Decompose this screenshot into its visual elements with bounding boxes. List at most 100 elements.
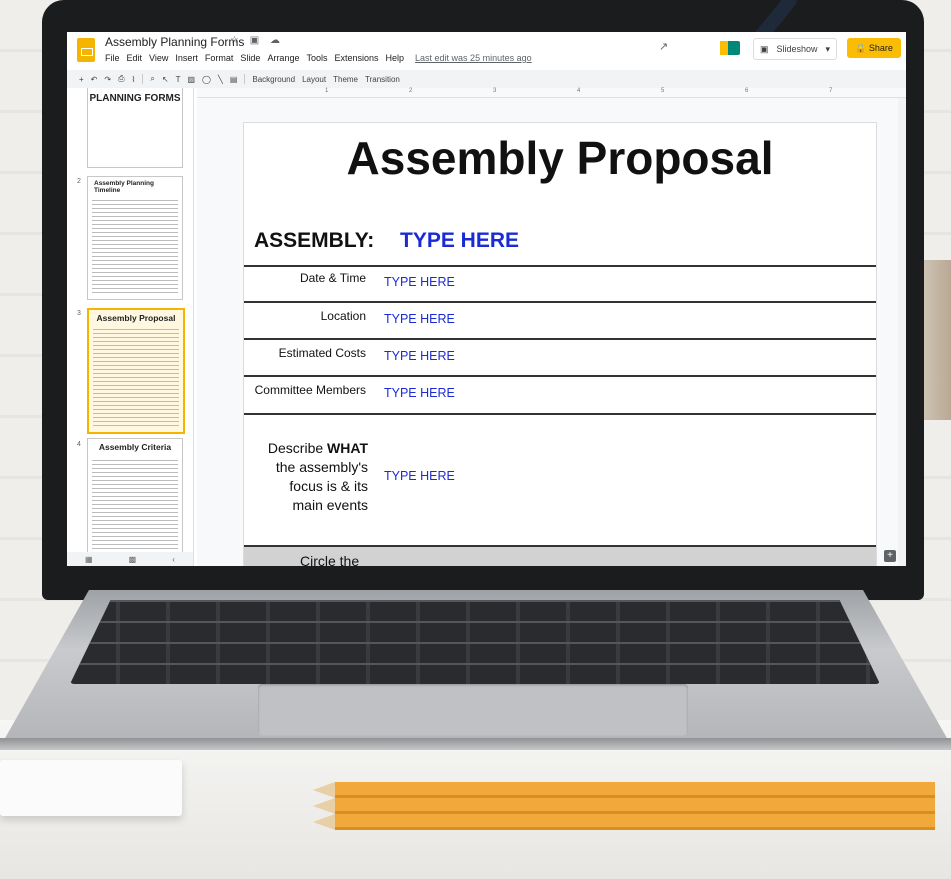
form-row-location: Location TYPE HERE xyxy=(244,301,876,339)
image-icon[interactable]: ▨ xyxy=(187,75,195,84)
laptop-trackpad xyxy=(258,684,688,736)
row-label: Location xyxy=(320,309,366,323)
ruler-mark: 1 xyxy=(325,88,329,94)
chevron-down-icon[interactable]: ▾ xyxy=(826,39,831,59)
meet-icon[interactable] xyxy=(720,41,740,55)
collapse-icon[interactable]: ‹ xyxy=(172,555,175,564)
textbox-icon[interactable]: T xyxy=(176,75,181,84)
theme-button[interactable]: Theme xyxy=(333,75,358,84)
horizontal-ruler: 1 2 3 4 5 6 7 xyxy=(197,88,906,98)
laptop-front-edge xyxy=(0,738,951,750)
activity-trend-icon[interactable]: ↗ xyxy=(659,40,668,53)
undo-icon[interactable]: ↶ xyxy=(91,75,98,84)
menu-help[interactable]: Help xyxy=(386,53,405,63)
form-row-costs: Estimated Costs TYPE HERE xyxy=(244,338,876,376)
ruler-mark: 2 xyxy=(409,88,413,94)
background-button[interactable]: Background xyxy=(252,75,295,84)
filmstrip-view-icon[interactable]: ▦ xyxy=(85,555,93,564)
slide-number: 3 xyxy=(77,310,81,317)
paint-format-icon[interactable]: ⌇ xyxy=(131,75,135,84)
current-slide[interactable]: Assembly Proposal ASSEMBLY: TYPE HERE Da… xyxy=(243,122,877,566)
slide-number: 2 xyxy=(77,178,81,185)
present-icon: ▣ xyxy=(760,44,769,54)
toolbar-divider xyxy=(142,74,144,84)
app-header: Assembly Planning Forms ☆ ▣ ☁ File Edit … xyxy=(67,32,906,70)
slides-logo-icon[interactable] xyxy=(77,38,95,62)
menu-view[interactable]: View xyxy=(149,53,168,63)
slide-thumbnail-2[interactable]: Assembly Planning Timeline xyxy=(87,176,183,300)
document-title[interactable]: Assembly Planning Forms xyxy=(105,35,244,49)
laptop-keyboard xyxy=(70,600,880,684)
shape-icon[interactable]: ◯ xyxy=(202,75,211,84)
menu-extensions[interactable]: Extensions xyxy=(334,53,378,63)
lock-icon: 🔒 xyxy=(855,43,867,53)
filmstrip-footer: ▦ ▩ ‹ xyxy=(67,552,193,566)
ruler-mark: 7 xyxy=(829,88,833,94)
row-value[interactable]: TYPE HERE xyxy=(384,386,455,400)
assembly-value[interactable]: TYPE HERE xyxy=(400,229,519,253)
circle-label: Circle the xyxy=(300,553,360,566)
pencil-3 xyxy=(313,814,935,830)
ruler-mark: 6 xyxy=(745,88,749,94)
toolbar: + ↶ ↷ ⎙ ⌇ ⌕ ↖ T ▨ ◯ ╲ ▤ Background Layou… xyxy=(67,70,906,88)
thumbnail-title: Assembly Criteria xyxy=(98,442,172,452)
describe-line2: the assembly's xyxy=(275,459,368,475)
form-row-committee: Committee Members TYPE HERE xyxy=(244,375,876,415)
slide-title[interactable]: Assembly Proposal xyxy=(244,131,876,185)
row-label: Date & Time xyxy=(299,271,366,285)
describe-line4: main events xyxy=(292,497,368,513)
pencil-2 xyxy=(313,798,935,814)
describe-line1: Describe xyxy=(267,440,328,456)
ruler-mark: 5 xyxy=(661,88,665,94)
toolbar-divider xyxy=(244,74,246,84)
laptop-screen: Assembly Planning Forms ☆ ▣ ☁ File Edit … xyxy=(67,32,906,566)
slide-number: 4 xyxy=(77,441,81,448)
menu-edit[interactable]: Edit xyxy=(127,53,143,63)
row-label: Estimated Costs xyxy=(278,346,366,360)
share-label: Share xyxy=(868,43,893,53)
print-icon[interactable]: ⎙ xyxy=(118,74,124,84)
slide-thumbnail-4[interactable]: Assembly Criteria xyxy=(87,438,183,558)
add-icon[interactable]: + xyxy=(884,550,896,562)
form-row-describe: Describe WHAT the assembly's focus is & … xyxy=(244,413,876,547)
slide-thumbnail-1[interactable]: PLANNING FORMS xyxy=(87,88,183,168)
slideshow-button[interactable]: ▣ Slideshow ▾ xyxy=(753,38,838,60)
describe-value[interactable]: TYPE HERE xyxy=(384,469,455,483)
thumbnail-title: Assembly Planning Timeline xyxy=(94,180,154,194)
layout-button[interactable]: Layout xyxy=(302,75,326,84)
thumbnail-text-lines xyxy=(93,328,179,426)
zoom-icon[interactable]: ⌕ xyxy=(150,74,154,84)
row-value[interactable]: TYPE HERE xyxy=(384,349,455,363)
form-row-date: Date & Time TYPE HERE xyxy=(244,265,876,303)
star-move-cloud-icons[interactable]: ☆ ▣ ☁ xyxy=(230,35,284,46)
comment-icon[interactable]: ▤ xyxy=(230,75,238,84)
thumbnail-text-lines xyxy=(92,457,178,553)
thumbnail-text-lines xyxy=(92,197,178,293)
slideshow-label: Slideshow xyxy=(776,44,818,54)
new-slide-icon[interactable]: + xyxy=(79,75,84,84)
transition-button[interactable]: Transition xyxy=(365,75,400,84)
thumbnail-title: Assembly Proposal xyxy=(96,313,176,323)
select-icon[interactable]: ↖ xyxy=(162,75,169,84)
describe-what: WHAT xyxy=(327,440,368,456)
row-value[interactable]: TYPE HERE xyxy=(384,275,455,289)
redo-icon[interactable]: ↷ xyxy=(104,75,111,84)
thumbnail-title: PLANNING FORMS xyxy=(89,93,181,104)
row-value[interactable]: TYPE HERE xyxy=(384,312,455,326)
menu-insert[interactable]: Insert xyxy=(175,53,198,63)
grid-view-icon[interactable]: ▩ xyxy=(129,555,137,564)
menu-arrange[interactable]: Arrange xyxy=(267,53,299,63)
menu-tools[interactable]: Tools xyxy=(306,53,327,63)
menu-format[interactable]: Format xyxy=(205,53,234,63)
slide-filmstrip: PLANNING FORMS 2 Assembly Planning Timel… xyxy=(67,88,194,566)
menu-file[interactable]: File xyxy=(105,53,120,63)
last-edit-link[interactable]: Last edit was 25 minutes ago xyxy=(415,53,532,63)
vertical-scrollbar[interactable] xyxy=(898,98,906,566)
row-label: Committee Members xyxy=(254,383,366,397)
share-button[interactable]: 🔒 Share xyxy=(847,38,901,58)
menu-slide[interactable]: Slide xyxy=(240,53,260,63)
describe-label: Describe WHAT the assembly's focus is & … xyxy=(244,439,368,515)
slide-thumbnail-3[interactable]: Assembly Proposal xyxy=(87,308,185,434)
describe-line3: focus is & its xyxy=(289,478,368,494)
line-icon[interactable]: ╲ xyxy=(218,75,223,84)
